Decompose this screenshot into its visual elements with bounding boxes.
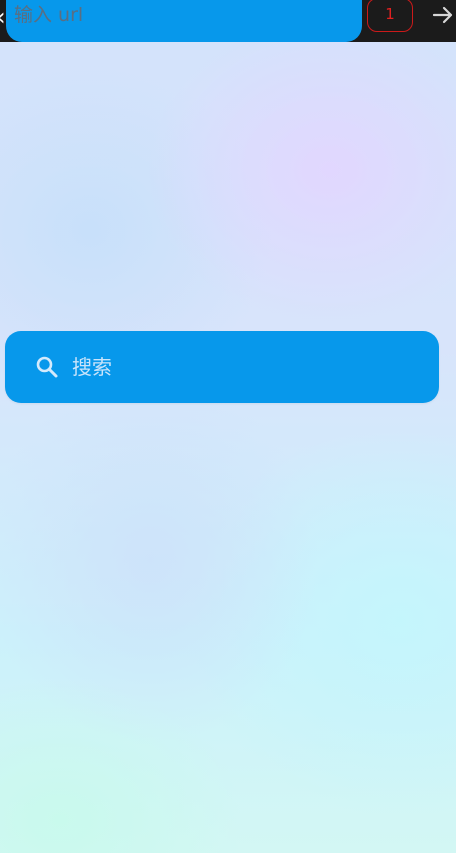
- url-input-container[interactable]: [6, 0, 362, 42]
- tab-count-button[interactable]: 1: [367, 0, 413, 32]
- back-arrow-icon[interactable]: ‹: [0, 2, 6, 32]
- go-button[interactable]: [430, 2, 456, 28]
- arrow-right-icon: [432, 6, 453, 24]
- top-bar: ‹ 1: [0, 0, 456, 42]
- url-input[interactable]: [14, 0, 344, 30]
- browser-home-screen: ‹ 1 搜索: [0, 0, 456, 853]
- search-label: 搜索: [72, 355, 112, 379]
- search-bar[interactable]: 搜索: [5, 331, 439, 403]
- search-icon: [36, 356, 58, 378]
